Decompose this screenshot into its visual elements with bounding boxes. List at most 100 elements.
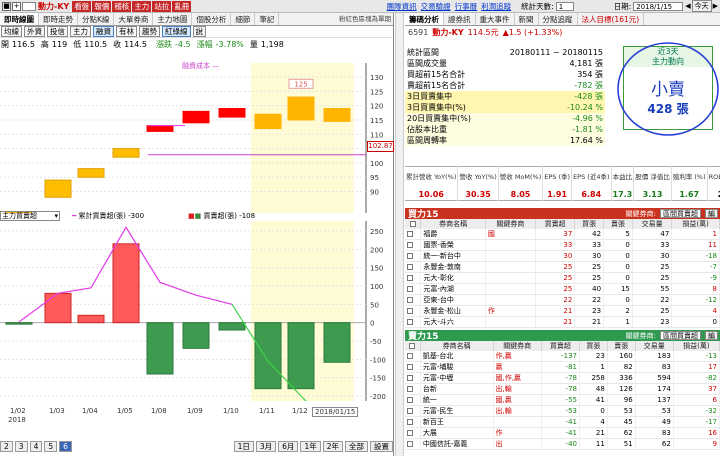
toolbar-button-1[interactable]: 報價 [92,1,112,12]
chip-youlin[interactable]: 有林 [116,26,137,37]
sell-cell: -78 [541,372,580,385]
chip-redgreen[interactable]: 紅綠線 [162,26,191,37]
checkbox[interactable] [407,375,413,382]
buy-row[interactable]: 元富-內湖 25 40 15 55 8 [405,283,720,296]
checkbox[interactable] [407,419,413,426]
buy-row[interactable]: 元大-彰化 25 25 0 25 -9 [405,272,720,285]
buy-row[interactable]: 福爵國 37 42 5 47 1 [405,229,720,241]
tab-stock-analysis[interactable]: 個股分析 [192,13,232,25]
range-1d-button[interactable]: 1日 [233,440,254,452]
range-3m-button[interactable]: 3月 [255,440,277,452]
settings-button[interactable]: 設置 [370,440,393,452]
link-3[interactable]: 利潤追蹤 [481,1,511,12]
chip-trend[interactable]: 趨勢 [139,26,160,37]
toolbar-button-3[interactable]: 主力 [132,1,152,12]
sell-row[interactable]: 大展作 -41 21 62 83 16 [405,427,720,440]
tab-intraday-line[interactable]: 即時線圖 [0,13,39,25]
toolbar-button-4[interactable]: 站拉 [152,1,172,12]
buy-rel-select[interactable]: 區間買賣超 [660,209,701,218]
sell-edit-button[interactable]: 編 [705,331,718,340]
tab-securities[interactable]: 證券訊 [444,13,476,25]
tab-events[interactable]: 重大事件 [476,13,515,25]
checkbox[interactable] [407,308,413,315]
checkbox[interactable] [407,441,413,448]
vertical-scrollbar[interactable] [395,13,404,456]
chip-margin[interactable]: 融資 [93,26,114,37]
sell-row[interactable]: 台新 出,輸 -78 48 126 174 37 [405,383,720,396]
checkbox[interactable] [407,319,413,326]
sell-row[interactable]: 元富-中壢 國,作,贏 -78 258 336 594 -82 [405,372,720,385]
chip-help[interactable]: 說 [192,26,206,37]
range-all-button[interactable]: 全部 [345,440,368,452]
range-2y-button[interactable]: 2年 [322,440,343,452]
checkbox[interactable] [407,275,413,282]
buy-row[interactable]: 亞東-台中 22 22 0 22 -12 [405,294,720,307]
tab-branch-kline[interactable]: 分點K線 [78,13,115,25]
tab-target[interactable]: 法人目標(161元) [578,13,645,25]
chip-main[interactable]: 主力 [70,26,91,37]
toolbar-button-0[interactable]: 看盤 [72,1,92,12]
stat-days-select[interactable]: 1 [555,1,574,11]
page-3-button[interactable]: 3 [14,440,28,452]
checkbox[interactable] [407,264,413,271]
tab-intraday-trend[interactable]: 即時走勢 [39,13,78,25]
checkbox[interactable] [409,343,416,349]
indicator-dropdown[interactable]: 主力買賣超 ▾ [0,210,60,221]
range-1y-button[interactable]: 1年 [300,440,321,452]
chip-trust[interactable]: 投信 [47,26,68,37]
sell-row[interactable]: 凱基-台北 作,贏 -137 23 160 183 -13 [405,351,720,363]
chip-foreign[interactable]: 外資 [24,26,45,37]
date-next-button[interactable]: ▶ [713,2,718,10]
page-2-button[interactable]: 2 [0,440,13,452]
link-2[interactable]: 行事曆 [455,1,478,12]
sell-row[interactable]: 元富-民生 出,輸 -53 0 53 53 -32 [405,405,720,418]
tab-details[interactable]: 細節 [231,13,256,25]
page-4-button[interactable]: 4 [29,440,43,452]
search-icon[interactable]: + [12,1,21,11]
buy-row[interactable]: 元大-斗六 21 21 1 23 0 [405,316,720,329]
tab-main-map[interactable]: 主力地圖 [153,13,193,25]
checkbox[interactable] [407,242,413,249]
buy-title: 買力15 [408,210,439,220]
buy-row[interactable]: 永豐金-松山作 21 23 2 25 4 [405,305,720,318]
menu-icon[interactable]: ■ [2,1,11,11]
date-prev-button[interactable]: ◀ [685,2,690,10]
stats-row: 賣超前15名合計 -782 張 [405,80,605,91]
link-0[interactable]: 團隊資訊 [387,1,417,12]
sell-row[interactable]: 統一 國,贏 -55 41 96 137 6 [405,394,720,407]
chip-ma[interactable]: 均線 [1,26,22,37]
toolbar-button-5[interactable]: 亂冊 [172,1,192,12]
checkbox[interactable] [407,430,413,437]
buy-row[interactable]: 永豐金-敦南 25 25 0 25 -7 [405,261,720,274]
checkbox[interactable] [407,253,413,260]
checkbox[interactable] [407,364,413,371]
checkbox[interactable] [407,386,413,393]
sell-row[interactable]: 元富-埔駿贏 -81 1 82 83 17 [405,361,720,374]
today-button[interactable]: 今天 [691,0,712,12]
sell-row[interactable]: 中國信託-嘉義出 -40 11 51 62 9 [405,438,720,451]
buy-row[interactable]: 國票-香榮 33 33 0 33 11 [405,239,720,252]
range-6m-button[interactable]: 6月 [278,440,299,452]
checkbox[interactable] [407,397,413,404]
checkbox[interactable] [407,297,413,304]
checkbox[interactable] [407,353,413,360]
tab-big-orders[interactable]: 大單券商 [114,13,154,25]
buy-row[interactable]: 統一-新台中 30 30 0 30 -18 [405,250,720,263]
page-6-button[interactable]: 6 [59,440,72,452]
link-1[interactable]: 交易驗證 [421,1,451,12]
checkbox[interactable] [407,231,413,238]
search-box[interactable] [22,1,36,11]
sell-row[interactable]: 新百王 -41 4 45 49 -17 [405,416,720,429]
date-input[interactable]: 2018/1/15 [633,1,684,11]
toolbar-button-2[interactable]: 稽核 [112,1,132,12]
tab-notes[interactable]: 筆記 [255,13,280,25]
page-5-button[interactable]: 5 [44,440,58,452]
buy-edit-button[interactable]: 編 [705,209,718,218]
checkbox[interactable] [407,408,413,415]
checkbox[interactable] [409,221,416,227]
sell-rel-select[interactable]: 區間買賣超 [660,331,701,340]
tab-branch-track[interactable]: 分點追蹤 [539,13,578,25]
checkbox[interactable] [407,286,413,293]
tab-news[interactable]: 新聞 [515,13,539,25]
tab-chip-analysis[interactable]: 籌碼分析 [405,13,444,25]
